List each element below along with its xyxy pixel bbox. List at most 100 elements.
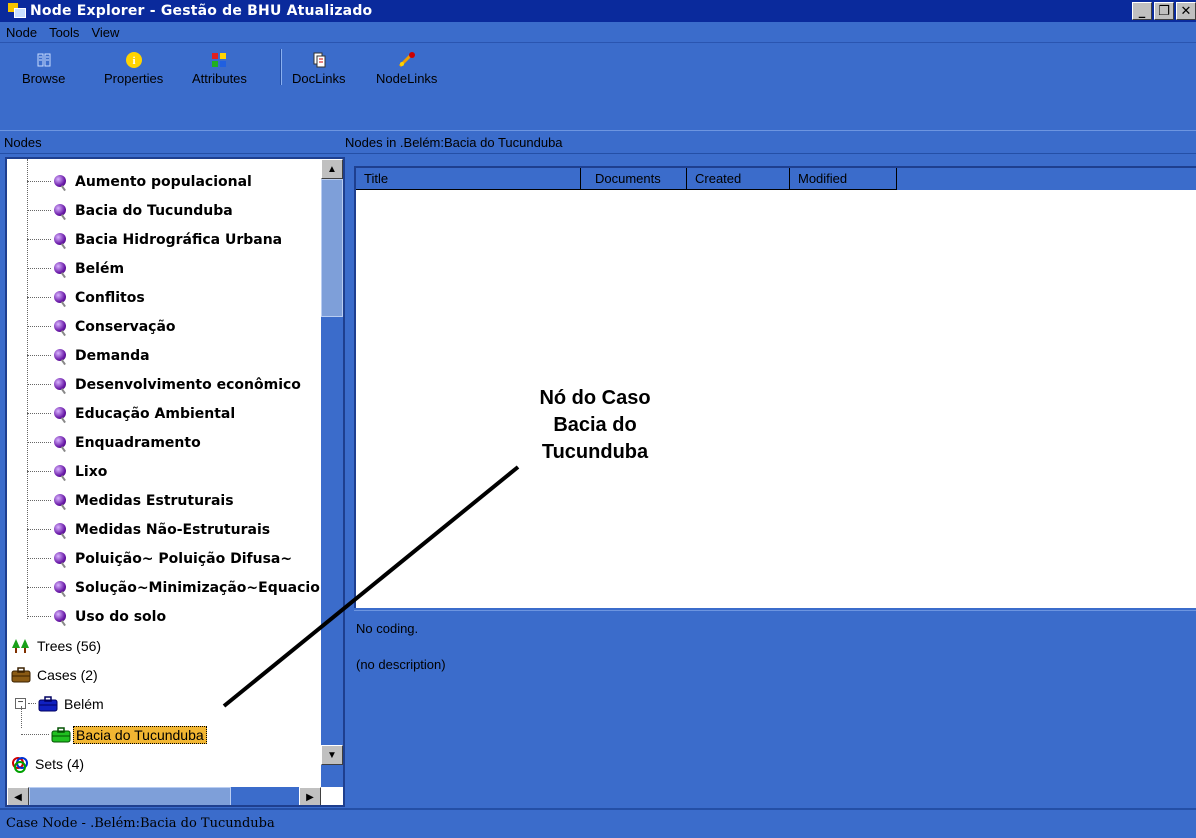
tree-node[interactable]: Aumento populacional bbox=[7, 167, 252, 196]
browse-label: Browse bbox=[22, 71, 66, 86]
coding-text: No coding. bbox=[356, 621, 419, 636]
free-node-icon bbox=[53, 406, 70, 423]
tree-node[interactable]: Educação Ambiental bbox=[7, 399, 235, 428]
doclinks-button[interactable]: DocLinks bbox=[292, 51, 345, 86]
restore-button[interactable]: ❐ bbox=[1154, 2, 1174, 20]
nodes-in-header: Nodes in .Belém:Bacia do Tucunduba bbox=[341, 130, 1196, 154]
free-node-icon bbox=[53, 435, 70, 452]
tree-node-label: Educação Ambiental bbox=[75, 405, 236, 422]
tree-node-label: Lixo bbox=[75, 463, 108, 480]
description-pane: No coding. (no description) bbox=[354, 610, 1196, 808]
sets-root[interactable]: Sets (4) bbox=[11, 749, 84, 778]
column-documents[interactable]: Documents bbox=[581, 168, 687, 190]
free-node-icon bbox=[53, 174, 70, 191]
free-node-icon bbox=[53, 377, 70, 394]
nodelinks-icon bbox=[398, 51, 416, 69]
nodelinks-label: NodeLinks bbox=[376, 71, 438, 86]
scroll-right-button[interactable]: ▶ bbox=[299, 787, 321, 805]
cases-label: Cases (2) bbox=[37, 666, 98, 683]
properties-label: Properties bbox=[104, 71, 164, 86]
doclinks-label: DocLinks bbox=[292, 71, 346, 86]
info-icon: i bbox=[125, 51, 143, 69]
tree-node-label: Medidas Não-Estruturais bbox=[75, 521, 271, 538]
tree-connector bbox=[28, 703, 36, 704]
free-node-icon bbox=[53, 609, 70, 626]
tree-connector bbox=[21, 706, 22, 728]
tree-node[interactable]: Belém bbox=[7, 254, 124, 283]
tree-horizontal-scrollbar[interactable]: ◀ ▶ bbox=[7, 787, 321, 805]
menu-view[interactable]: View bbox=[91, 25, 119, 40]
tree-node[interactable]: Bacia Hidrográfica Urbana bbox=[7, 225, 282, 254]
column-created[interactable]: Created bbox=[687, 168, 790, 190]
trees-root[interactable]: Trees (56) bbox=[11, 631, 101, 660]
case-briefcase-icon bbox=[11, 666, 31, 683]
tree-node-label: Solução~Minimização~Equacionamento bbox=[75, 579, 343, 596]
tree-node-label: Demanda bbox=[75, 347, 150, 364]
tree-node[interactable]: Conflitos bbox=[7, 283, 145, 312]
scroll-thumb[interactable] bbox=[29, 787, 231, 805]
tree-node[interactable]: Solução~Minimização~Equacionamento bbox=[7, 573, 343, 602]
scroll-down-button[interactable]: ▼ bbox=[321, 745, 343, 765]
free-node-icon bbox=[53, 464, 70, 481]
free-node-icon bbox=[53, 203, 70, 220]
status-bar: Case Node - .Belém:Bacia do Tucunduba bbox=[0, 808, 1196, 838]
free-node-icon bbox=[53, 493, 70, 510]
tree-node[interactable]: Enquadramento bbox=[7, 428, 201, 457]
case-node-bacia-do-tucunduba[interactable]: Bacia do Tucunduba bbox=[21, 706, 207, 749]
minimize-button[interactable]: _ bbox=[1132, 2, 1152, 20]
scroll-up-button[interactable]: ▲ bbox=[321, 159, 343, 179]
free-node-icon bbox=[53, 232, 70, 249]
case-briefcase-icon bbox=[51, 726, 71, 743]
tree-node[interactable]: Medidas Estruturais bbox=[7, 486, 234, 515]
tree-node[interactable]: Demanda bbox=[7, 341, 150, 370]
nodelinks-button[interactable]: NodeLinks bbox=[376, 51, 437, 86]
sets-icon bbox=[11, 755, 29, 773]
free-node-icon bbox=[53, 551, 70, 568]
tree-node[interactable]: Uso do solo bbox=[7, 602, 166, 631]
tree-node[interactable]: Desenvolvimento econômico bbox=[7, 370, 301, 399]
pane-splitter[interactable] bbox=[345, 154, 353, 808]
window-title: Node Explorer - Gestão de BHU Atualizado bbox=[30, 3, 373, 19]
tree-node[interactable]: Bacia do Tucunduba bbox=[7, 196, 233, 225]
free-node-icon bbox=[53, 290, 70, 307]
case-node-belem[interactable]: − Belém bbox=[15, 689, 104, 718]
tree-node-label: Bacia Hidrográfica Urbana bbox=[75, 231, 283, 248]
scroll-thumb[interactable] bbox=[321, 179, 343, 317]
browse-icon bbox=[35, 51, 53, 69]
menu-node[interactable]: Node bbox=[6, 25, 37, 40]
sets-label: Sets (4) bbox=[35, 755, 85, 772]
nodes-pane-header: Nodes bbox=[0, 130, 345, 154]
tree-node-label: Aumento populacional bbox=[75, 173, 252, 190]
browse-button[interactable]: Browse bbox=[22, 51, 65, 86]
tree-node-label: Uso do solo bbox=[75, 608, 167, 625]
free-node-icon bbox=[53, 261, 70, 278]
annotation-callout: Nó do Caso Bacia do Tucunduba bbox=[470, 385, 720, 466]
tree-node-label: Enquadramento bbox=[75, 434, 201, 451]
toolbar: Browse i Properties Attributes DocLinks … bbox=[0, 42, 1196, 130]
tree-node-label: Medidas Estruturais bbox=[75, 492, 234, 509]
column-title[interactable]: Title bbox=[356, 168, 581, 190]
tree-vertical-scrollbar[interactable]: ▲ ▼ bbox=[321, 159, 343, 787]
case-label: Belém bbox=[64, 695, 104, 712]
doclinks-icon bbox=[310, 51, 328, 69]
tree-node[interactable]: Medidas Não-Estruturais bbox=[7, 515, 270, 544]
tree-node-label: Conflitos bbox=[75, 289, 145, 306]
tree-node-label: Desenvolvimento econômico bbox=[75, 376, 301, 393]
tree-node-label: Bacia do Tucunduba bbox=[75, 202, 233, 219]
tree-connector bbox=[21, 734, 49, 735]
menu-tools[interactable]: Tools bbox=[49, 25, 79, 40]
selected-case-label: Bacia do Tucunduba bbox=[73, 725, 207, 744]
scroll-left-button[interactable]: ◀ bbox=[7, 787, 29, 805]
tree-node[interactable]: Conservação bbox=[7, 312, 176, 341]
window-controls: _ ❐ ✕ bbox=[1132, 2, 1196, 20]
tree-node[interactable]: Poluição~ Poluição Difusa~ bbox=[7, 544, 292, 573]
close-button[interactable]: ✕ bbox=[1176, 2, 1196, 20]
tree-node[interactable]: Lixo bbox=[7, 457, 107, 486]
cases-root[interactable]: Cases (2) bbox=[11, 660, 98, 689]
attributes-button[interactable]: Attributes bbox=[192, 51, 247, 86]
free-node-icon bbox=[53, 319, 70, 336]
node-tree[interactable]: Aumento populacional Bacia do Tucunduba … bbox=[5, 157, 345, 807]
tree-node-label: Conservação bbox=[75, 318, 176, 335]
column-modified[interactable]: Modified bbox=[790, 168, 897, 190]
properties-button[interactable]: i Properties bbox=[104, 51, 163, 86]
